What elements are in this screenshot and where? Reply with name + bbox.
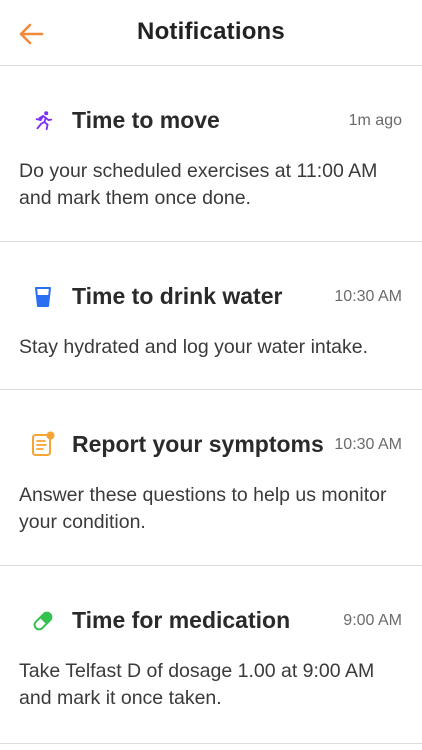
- notification-body: Take Telfast D of dosage 1.00 at 9:00 AM…: [19, 660, 375, 709]
- notification-time: 9:00 AM: [343, 612, 402, 629]
- notification-title: Time for medication: [72, 607, 291, 633]
- notification-body: Answer these questions to help us monito…: [19, 484, 387, 533]
- water-glass-icon: [30, 284, 56, 310]
- notification-item-move[interactable]: Time to move 1m ago Do your scheduled ex…: [0, 66, 422, 242]
- pill-icon: [30, 608, 56, 634]
- running-person-icon: [30, 108, 56, 134]
- notification-item-symptoms[interactable]: Report your symptoms 10:30 AM Answer the…: [0, 390, 422, 566]
- notification-item-water[interactable]: Time to drink water 10:30 AM Stay hydrat…: [0, 242, 422, 390]
- notification-title: Report your symptoms: [72, 431, 324, 457]
- notification-item-medication[interactable]: Time for medication 9:00 AM Take Telfast…: [0, 566, 422, 744]
- notification-title: Time to drink water: [72, 283, 283, 309]
- notification-time: 1m ago: [348, 112, 402, 129]
- clipboard-icon: [30, 431, 56, 457]
- notification-body: Do your scheduled exercises at 11:00 AM …: [19, 160, 378, 209]
- notification-time: 10:30 AM: [334, 288, 402, 305]
- app-header: Notifications: [0, 0, 422, 66]
- page-title: Notifications: [137, 18, 285, 45]
- notification-title: Time to move: [72, 107, 220, 133]
- notification-body: Stay hydrated and log your water intake.: [19, 336, 369, 358]
- notification-time: 10:30 AM: [334, 436, 402, 453]
